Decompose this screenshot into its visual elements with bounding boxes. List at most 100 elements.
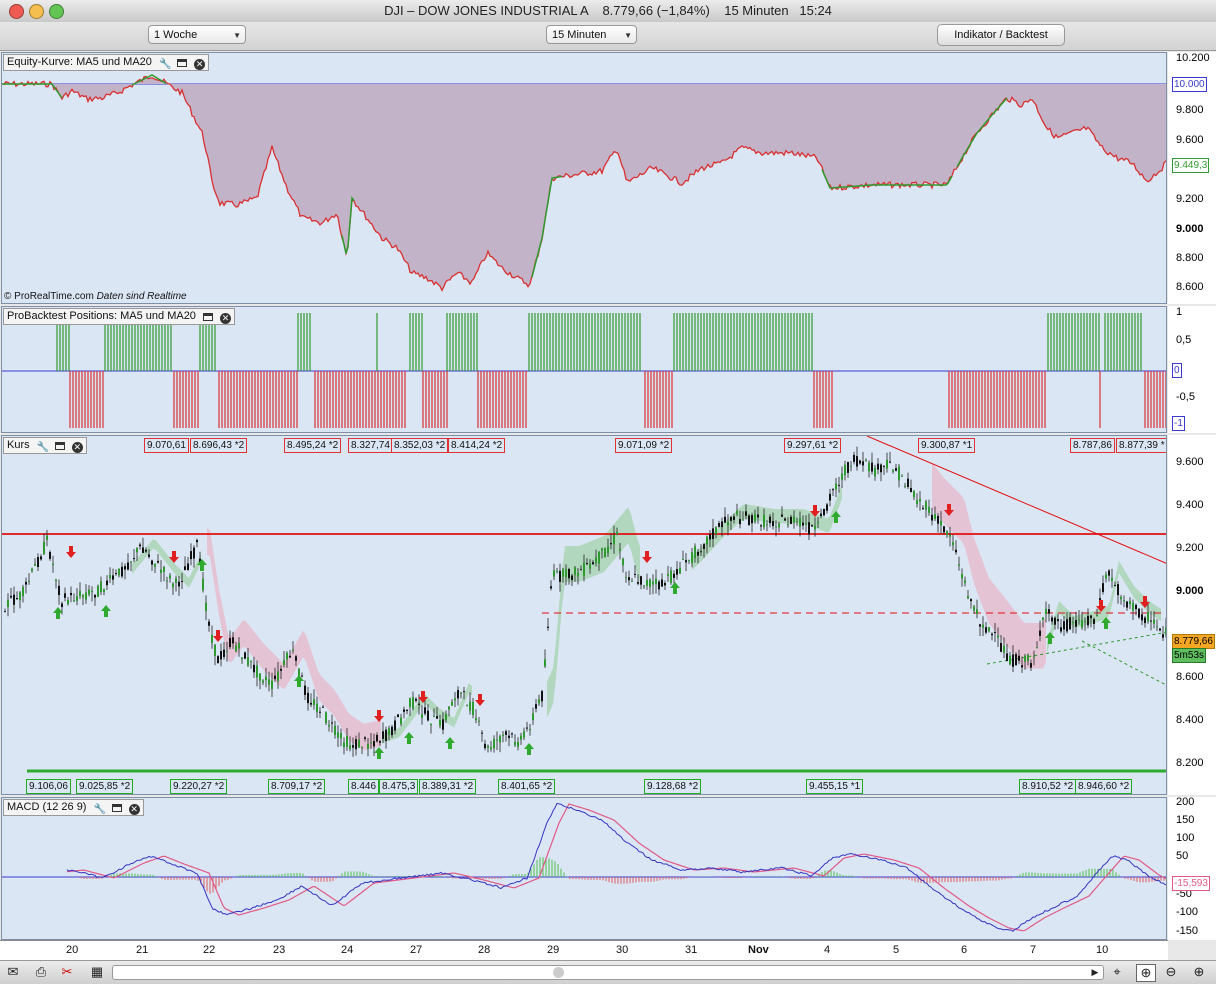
- date-label: 28: [478, 944, 491, 956]
- date-label: 7: [1030, 944, 1037, 956]
- trade-tag: 9.455,15 *1: [806, 779, 864, 794]
- data-credit: © ProRealTime.com Daten sind Realtime: [4, 291, 187, 302]
- positions-panel: ProBacktest Positions: MA5 und MA20 ✕: [1, 306, 1167, 433]
- positions-zero-label: 0: [1172, 363, 1182, 378]
- trade-tag: 9.297,61 *2: [784, 438, 842, 453]
- trade-tag: 8.696,43 *2: [190, 438, 248, 453]
- close-icon[interactable]: ✕: [220, 313, 232, 324]
- period-select[interactable]: 1 Woche ▼: [148, 25, 246, 44]
- trade-tag: 8.327,74: [348, 438, 396, 453]
- equity-tick: 8.600: [1176, 281, 1204, 293]
- equity-baseline-label: 10.000: [1172, 77, 1207, 92]
- trade-tag: 8.495,24 *2: [284, 438, 342, 453]
- print-icon[interactable]: ⎙: [32, 964, 50, 980]
- grid-icon[interactable]: ▦: [88, 964, 106, 980]
- date-label: 24: [341, 944, 354, 956]
- toolbar: 1 Woche ▼ 15 Minuten ▼ Indikator / Backt…: [0, 22, 1216, 51]
- equity-tick: 8.800: [1176, 252, 1204, 264]
- trade-tag: 9.128,68 *2: [644, 779, 702, 794]
- macd-tick: -150: [1176, 925, 1199, 937]
- trade-tag: 9.071,09 *2: [615, 438, 673, 453]
- trade-tag: 8.910,52 *2: [1019, 779, 1077, 794]
- wrench-icon[interactable]: 🔧: [37, 442, 49, 453]
- date-label: 5: [893, 944, 900, 956]
- wrench-icon[interactable]: 🔧: [159, 59, 171, 70]
- time-scrollbar[interactable]: [112, 965, 1104, 980]
- trade-tag: 9.220,27 *2: [170, 779, 228, 794]
- scroll-right-icon[interactable]: ▶: [1088, 964, 1102, 980]
- equity-tick: 9.600: [1176, 134, 1204, 146]
- date-label: 27: [410, 944, 423, 956]
- equity-panel: Equity-Kurve: MA5 und MA20 🔧 ✕ © ProReal…: [1, 52, 1167, 304]
- trade-tag: 8.475,3: [379, 779, 419, 794]
- equity-tick: 10.200: [1176, 52, 1210, 64]
- positions-neg-label: -1: [1172, 416, 1185, 431]
- date-label: 22: [203, 944, 216, 956]
- price-panel-header: Kurs 🔧 ✕: [3, 437, 87, 454]
- positions-panel-title: ProBacktest Positions: MA5 und MA20: [7, 310, 196, 322]
- date-label: 20: [66, 944, 79, 956]
- macd-tick: -100: [1176, 906, 1199, 918]
- positions-tick: 0,5: [1176, 334, 1192, 346]
- macd-tick: 200: [1176, 796, 1195, 808]
- period-select-value: 1 Woche: [154, 29, 198, 41]
- zoom-in-icon[interactable]: ⊕: [1190, 964, 1208, 980]
- window-icon[interactable]: [177, 59, 188, 67]
- macd-panel-title: MACD (12 26 9): [7, 801, 87, 813]
- zoom-fit-icon[interactable]: ⊕: [1136, 964, 1156, 982]
- macd-last-label: -15,593: [1172, 876, 1210, 891]
- credit-text: © ProRealTime.com: [4, 291, 94, 302]
- positions-panel-header: ProBacktest Positions: MA5 und MA20 ✕: [3, 308, 236, 325]
- trade-tag: 8.414,24 *2: [448, 438, 506, 453]
- realtime-note: Daten sind Realtime: [96, 291, 187, 302]
- trade-tag: 8.446: [348, 779, 380, 794]
- status-bar: ✉ ⎙ ✂ ▦ ◀ ▶ ⌖ ⊕ ⊖ ⊕: [0, 960, 1216, 984]
- close-icon[interactable]: ✕: [128, 804, 140, 815]
- wrench-icon[interactable]: 🔧: [94, 804, 106, 815]
- macd-tick: 50: [1176, 850, 1189, 862]
- zoom-out-icon[interactable]: ⊖: [1162, 964, 1180, 980]
- equity-last-label: 9.449,3: [1172, 158, 1210, 173]
- equity-tick: 9.200: [1176, 193, 1204, 205]
- trade-tag: 8.787,86: [1070, 438, 1115, 453]
- positions-chart: [2, 313, 1166, 428]
- date-label: 10: [1096, 944, 1109, 956]
- trade-tag: 8.401,65 *2: [498, 779, 556, 794]
- trade-tag: 9.300,87 *1: [918, 438, 976, 453]
- downtrend-line: [866, 436, 1166, 564]
- price-tick: 9.200: [1176, 542, 1204, 554]
- price-tick: 9.000: [1176, 585, 1204, 597]
- close-icon[interactable]: ✕: [71, 442, 83, 453]
- macd-tick: 150: [1176, 814, 1195, 826]
- price-tick: 8.600: [1176, 671, 1204, 683]
- window-icon[interactable]: [54, 442, 65, 450]
- trade-tag: 9.070,61: [144, 438, 189, 453]
- price-tick: 9.600: [1176, 456, 1204, 468]
- window-icon[interactable]: [111, 804, 122, 812]
- scrollbar-thumb[interactable]: [553, 967, 564, 978]
- macd-panel-header: MACD (12 26 9) 🔧 ✕: [3, 799, 144, 816]
- mail-icon[interactable]: ✉: [4, 964, 22, 980]
- date-label: 30: [616, 944, 629, 956]
- indicator-backtest-button[interactable]: Indikator / Backtest: [937, 24, 1065, 46]
- interval-select-value: 15 Minuten: [552, 29, 607, 41]
- close-icon[interactable]: ✕: [194, 59, 206, 70]
- window-icon[interactable]: [203, 313, 213, 321]
- time-axis: 20 21 22 23 24 27 28 29 30 31 Nov 4 5 6 …: [0, 940, 1168, 961]
- interval-select[interactable]: 15 Minuten ▼: [546, 25, 637, 44]
- date-label: 31: [685, 944, 698, 956]
- equity-curve-chart: [2, 74, 1166, 292]
- equity-panel-header: Equity-Kurve: MA5 und MA20 🔧 ✕: [3, 54, 210, 71]
- last-price-label: 8.779,66: [1172, 634, 1215, 649]
- trade-tag: 8.946,60 *2: [1075, 779, 1133, 794]
- trade-tag: 8.352,03 *2: [391, 438, 449, 453]
- trade-tag: 9.025,85 *2: [76, 779, 134, 794]
- chevron-down-icon: ▼: [624, 31, 632, 40]
- cursor-icon[interactable]: ⌖: [1108, 964, 1126, 980]
- date-label: 29: [547, 944, 560, 956]
- price-tick: 8.400: [1176, 714, 1204, 726]
- bar-countdown-label: 5m53s: [1172, 648, 1207, 663]
- price-panel-title: Kurs: [7, 439, 30, 451]
- no-scissors-icon[interactable]: ✂: [58, 964, 76, 980]
- date-label: 6: [961, 944, 968, 956]
